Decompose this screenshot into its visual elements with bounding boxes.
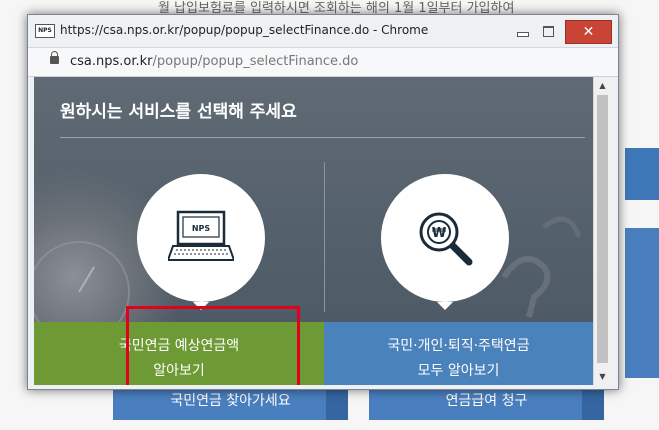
expected-pension-circle[interactable]: NPS [137, 174, 265, 302]
maximize-button[interactable] [537, 20, 559, 42]
column-divider [324, 162, 325, 312]
nps-favicon-icon: NPS [35, 24, 55, 38]
minimize-icon [517, 31, 529, 37]
red-highlight-box [126, 306, 300, 385]
svg-text:₩: ₩ [432, 226, 447, 241]
scroll-up-arrow-icon[interactable]: ▲ [594, 77, 611, 94]
all-pensions-button[interactable]: 국민·개인·퇴직·주택연금 모두 알아보기 [324, 322, 593, 385]
all-pensions-label: 국민·개인·퇴직·주택연금 모두 알아보기 [387, 334, 529, 384]
laptop-screen-text: NPS [192, 224, 211, 233]
right-circle-pointer [437, 302, 453, 310]
page-heading: 원하시는 서비스를 선택해 주세요 [60, 102, 297, 122]
scroll-thumb[interactable] [597, 95, 608, 363]
vertical-scrollbar[interactable]: ▲ ▼ [593, 77, 611, 385]
minimize-button[interactable] [512, 20, 534, 42]
close-button[interactable]: ✕ [565, 20, 612, 44]
window-title: https://csa.nps.or.kr/popup/popup_select… [60, 23, 429, 37]
scroll-down-arrow-icon[interactable]: ▼ [594, 368, 611, 385]
address-bar[interactable]: csa.nps.or.kr/popup/popup_selectFinance.… [28, 47, 618, 77]
magnifier-won-icon: ₩ [419, 212, 473, 266]
url-domain: csa.nps.or.kr [70, 54, 153, 69]
laptop-icon: NPS [168, 210, 234, 261]
title-bar[interactable]: NPS https://csa.nps.or.kr/popup/popup_se… [28, 15, 618, 47]
background-blue-block [625, 228, 659, 378]
all-pensions-circle[interactable]: ₩ [381, 174, 509, 302]
all-pensions-line1: 국민·개인·퇴직·주택연금 [387, 338, 530, 354]
url-path: /popup/popup_selectFinance.do [152, 54, 359, 69]
heading-divider [60, 137, 585, 138]
all-pensions-line2: 모두 알아보기 [417, 363, 500, 379]
lock-icon [50, 51, 59, 64]
url-text: csa.nps.or.kr/popup/popup_selectFinance.… [70, 54, 358, 69]
background-blue-block [625, 148, 659, 200]
maximize-icon [542, 25, 554, 37]
popup-window: NPS https://csa.nps.or.kr/popup/popup_se… [27, 14, 619, 390]
popup-content: 원하시는 서비스를 선택해 주세요 NPS ₩ 국민연금 예상연금액 알아보기 … [34, 77, 593, 385]
